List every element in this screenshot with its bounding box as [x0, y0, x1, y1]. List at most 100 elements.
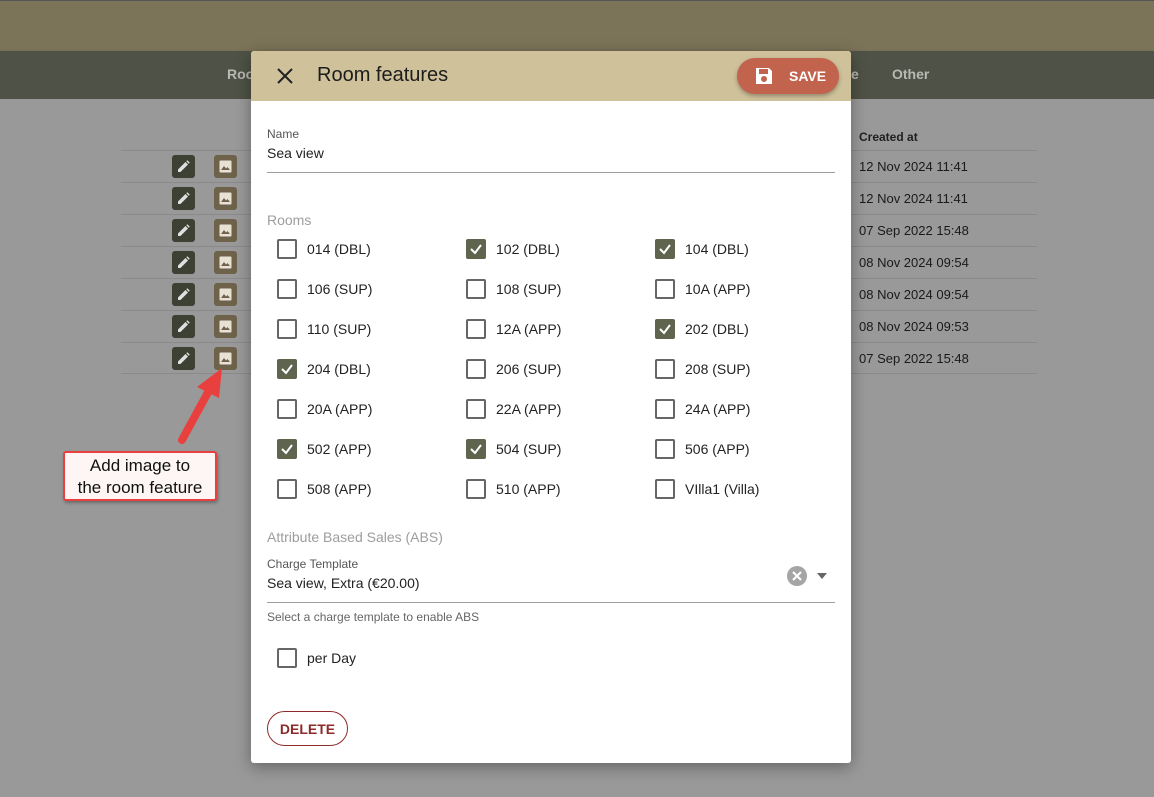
abs-section-label: Attribute Based Sales (ABS)	[267, 529, 443, 545]
edit-button[interactable]	[172, 155, 195, 178]
room-checkbox-box[interactable]	[466, 439, 486, 459]
room-checkbox-box[interactable]	[277, 399, 297, 419]
room-checkbox[interactable]: VIlla1 (Villa)	[655, 477, 759, 501]
room-label: 22A (APP)	[496, 401, 562, 417]
room-checkbox[interactable]: 106 (SUP)	[277, 277, 372, 301]
add-image-button[interactable]	[214, 347, 237, 370]
room-checkbox-box[interactable]	[277, 359, 297, 379]
room-checkbox[interactable]: 108 (SUP)	[466, 277, 561, 301]
edit-button[interactable]	[172, 251, 195, 274]
clear-icon[interactable]	[787, 566, 807, 586]
room-checkbox[interactable]: 104 (DBL)	[655, 237, 749, 261]
room-label: 102 (DBL)	[496, 241, 560, 257]
close-icon	[277, 68, 293, 84]
room-checkbox[interactable]: 504 (SUP)	[466, 437, 561, 461]
add-image-button[interactable]	[214, 155, 237, 178]
room-checkbox[interactable]: 206 (SUP)	[466, 357, 561, 381]
name-field[interactable]: Sea view	[267, 145, 324, 161]
chevron-down-icon[interactable]	[815, 569, 829, 583]
edit-button[interactable]	[172, 187, 195, 210]
room-checkbox-box[interactable]	[655, 239, 675, 259]
room-checkbox-box[interactable]	[466, 319, 486, 339]
room-checkbox[interactable]: 10A (APP)	[655, 277, 750, 301]
add-image-button[interactable]	[214, 283, 237, 306]
room-checkbox[interactable]: 110 (SUP)	[277, 317, 371, 341]
room-checkbox-box[interactable]	[466, 359, 486, 379]
per-day-checkbox[interactable]: per Day	[277, 646, 356, 670]
room-checkbox-box[interactable]	[655, 479, 675, 499]
room-label: 24A (APP)	[685, 401, 751, 417]
edit-button[interactable]	[172, 347, 195, 370]
add-image-button[interactable]	[214, 315, 237, 338]
charge-template-select[interactable]: Sea view, Extra (€20.00)	[267, 575, 420, 591]
save-button[interactable]: SAVE	[737, 58, 839, 94]
room-checkbox[interactable]: 510 (APP)	[466, 477, 561, 501]
room-label: 208 (SUP)	[685, 361, 751, 377]
room-checkbox-box[interactable]	[466, 399, 486, 419]
image-icon	[219, 192, 232, 205]
room-checkbox-box[interactable]	[466, 239, 486, 259]
room-checkbox[interactable]: 24A (APP)	[655, 397, 750, 421]
room-checkbox-box[interactable]	[655, 319, 675, 339]
room-label: 12A (APP)	[496, 321, 562, 337]
room-checkbox-box[interactable]	[277, 479, 297, 499]
room-checkbox-box[interactable]	[277, 319, 297, 339]
room-checkbox[interactable]: 12A (APP)	[466, 317, 561, 341]
delete-button[interactable]: DELETE	[267, 711, 348, 746]
room-checkbox[interactable]: 014 (DBL)	[277, 237, 371, 261]
add-image-button[interactable]	[214, 251, 237, 274]
room-label: 10A (APP)	[685, 281, 751, 297]
room-checkbox-box[interactable]	[655, 279, 675, 299]
room-checkbox-box[interactable]	[655, 439, 675, 459]
edit-button[interactable]	[172, 315, 195, 338]
room-checkbox-box[interactable]	[277, 239, 297, 259]
room-checkbox-box[interactable]	[655, 399, 675, 419]
room-checkbox[interactable]: 506 (APP)	[655, 437, 750, 461]
room-checkbox[interactable]: 20A (APP)	[277, 397, 372, 421]
room-label: 504 (SUP)	[496, 441, 562, 457]
image-icon	[219, 320, 232, 333]
per-day-label: per Day	[307, 650, 357, 666]
room-checkbox-box[interactable]	[277, 439, 297, 459]
add-image-button[interactable]	[214, 219, 237, 242]
created-at-cell: 07 Sep 2022 15:48	[859, 223, 969, 238]
room-checkbox-box[interactable]	[277, 279, 297, 299]
room-checkbox-box[interactable]	[655, 359, 675, 379]
created-at-cell: 08 Nov 2024 09:54	[859, 287, 969, 302]
close-button[interactable]	[273, 64, 297, 88]
image-icon	[219, 224, 232, 237]
created-at-header: Created at	[859, 130, 918, 144]
charge-template-hint: Select a charge template to enable ABS	[267, 610, 480, 624]
check-icon	[659, 324, 671, 335]
edit-button[interactable]	[172, 219, 195, 242]
nav-item-partial[interactable]: e	[851, 66, 859, 82]
callout-line-1: Add image to	[89, 456, 191, 475]
per-day-checkbox-box[interactable]	[277, 648, 297, 668]
room-checkbox[interactable]: 208 (SUP)	[655, 357, 750, 381]
pencil-icon	[178, 256, 190, 268]
app-top-bar	[0, 0, 1154, 51]
room-checkbox[interactable]: 502 (APP)	[277, 437, 372, 461]
floppy-disk-icon	[754, 66, 774, 86]
room-checkbox[interactable]: 202 (DBL)	[655, 317, 749, 341]
room-checkbox-box[interactable]	[466, 279, 486, 299]
room-checkbox[interactable]: 22A (APP)	[466, 397, 561, 421]
created-at-cell: 12 Nov 2024 11:41	[859, 159, 968, 174]
room-checkbox[interactable]: 508 (APP)	[277, 477, 372, 501]
created-at-cell: 08 Nov 2024 09:53	[859, 319, 969, 334]
check-icon	[281, 444, 293, 455]
room-label: 104 (DBL)	[685, 241, 749, 257]
edit-button[interactable]	[172, 283, 195, 306]
room-checkbox-box[interactable]	[466, 479, 486, 499]
check-icon	[659, 244, 671, 255]
dialog-title: Room features	[317, 64, 449, 86]
room-checkbox[interactable]: 204 (DBL)	[277, 357, 371, 381]
created-at-cell: 12 Nov 2024 11:41	[859, 191, 968, 206]
pencil-icon	[178, 288, 190, 300]
room-checkbox[interactable]: 102 (DBL)	[466, 237, 560, 261]
nav-item-other[interactable]: Other	[892, 66, 929, 82]
add-image-button[interactable]	[214, 187, 237, 210]
check-icon	[470, 244, 482, 255]
pencil-icon	[178, 224, 190, 236]
room-label: 508 (APP)	[307, 481, 372, 497]
